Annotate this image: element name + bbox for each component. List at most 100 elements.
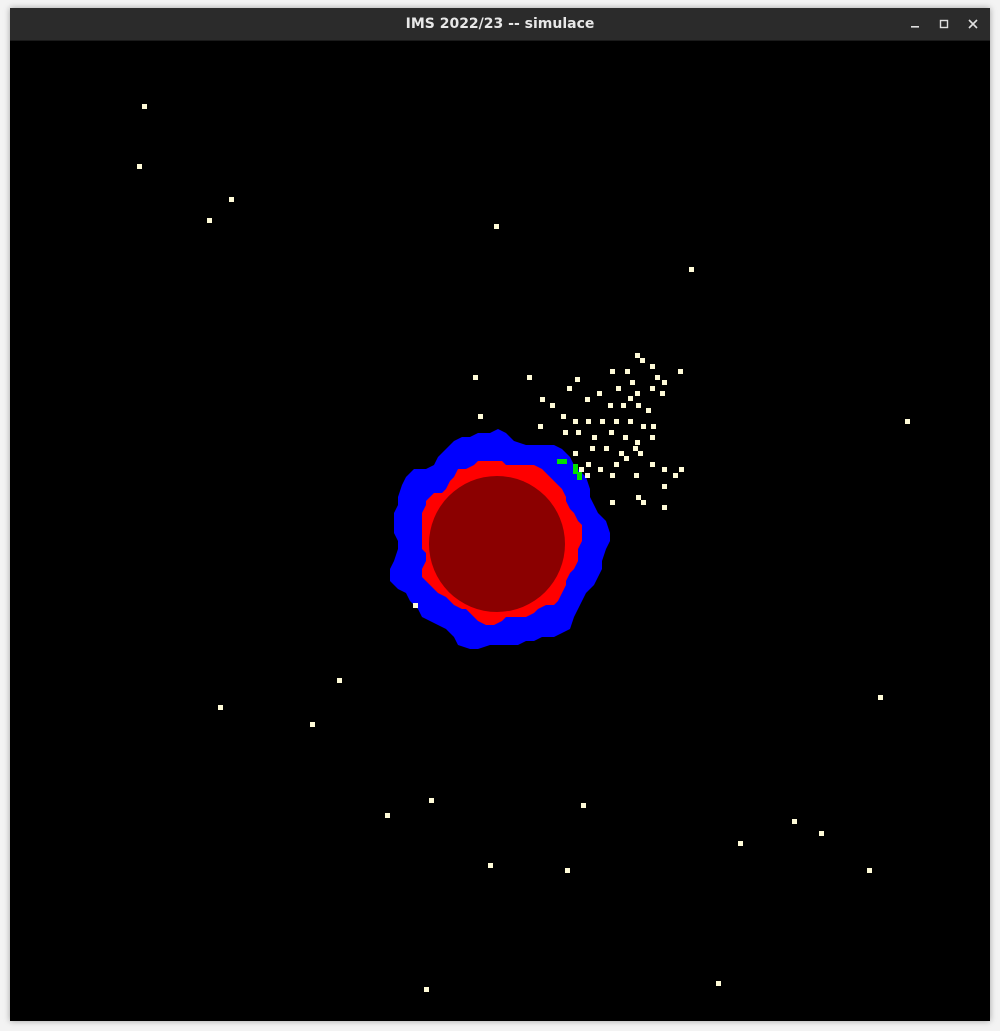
maximize-icon: [939, 19, 949, 29]
particle: [650, 462, 655, 467]
particle: [473, 375, 478, 380]
particle: [662, 484, 667, 489]
particle: [573, 419, 578, 424]
particle: [635, 440, 640, 445]
particle: [579, 467, 584, 472]
minimize-button[interactable]: [905, 14, 925, 34]
particle: [585, 473, 590, 478]
window-title: IMS 2022/23 -- simulace: [405, 16, 595, 32]
particle: [550, 403, 555, 408]
particle: [650, 386, 655, 391]
app-window: IMS 2022/23 -- simulace: [10, 8, 990, 1021]
particle: [413, 603, 418, 608]
particle: [625, 369, 630, 374]
particle: [662, 380, 667, 385]
particle: [630, 380, 635, 385]
particle: [905, 419, 910, 424]
particle: [662, 505, 667, 510]
maximize-button[interactable]: [934, 14, 954, 34]
particle: [610, 369, 615, 374]
particle: [538, 424, 543, 429]
title-bar[interactable]: IMS 2022/23 -- simulace: [10, 8, 990, 41]
particle: [207, 218, 212, 223]
particle: [633, 446, 638, 451]
particle: [610, 500, 615, 505]
particle: [600, 419, 605, 424]
particle: [623, 435, 628, 440]
particle: [867, 868, 872, 873]
particle: [636, 403, 641, 408]
particle: [878, 695, 883, 700]
particle: [640, 358, 645, 363]
particle: [628, 396, 633, 401]
particle: [662, 467, 667, 472]
particle: [646, 408, 651, 413]
particle: [628, 419, 633, 424]
particle: [716, 981, 721, 986]
particle: [565, 868, 570, 873]
particle: [218, 705, 223, 710]
particle: [488, 863, 493, 868]
particle: [614, 419, 619, 424]
simulation-canvas[interactable]: [10, 41, 990, 1021]
particle: [540, 397, 545, 402]
simulation-view: [10, 41, 990, 1021]
particle: [586, 462, 591, 467]
particle: [527, 375, 532, 380]
particle: [636, 495, 641, 500]
green-marker: [557, 459, 567, 464]
particle: [792, 819, 797, 824]
particle: [609, 430, 614, 435]
particle: [619, 451, 624, 456]
particle: [575, 377, 580, 382]
particle: [576, 430, 581, 435]
particle: [673, 473, 678, 478]
particle: [634, 473, 639, 478]
particle: [621, 403, 626, 408]
core-dark-red: [429, 476, 565, 612]
particle: [592, 435, 597, 440]
particle: [638, 451, 643, 456]
particle: [563, 430, 568, 435]
particle: [581, 803, 586, 808]
particle: [614, 462, 619, 467]
particle: [597, 391, 602, 396]
particle: [604, 446, 609, 451]
minimize-icon: [911, 26, 919, 28]
particle: [650, 435, 655, 440]
particle: [635, 391, 640, 396]
particle: [573, 451, 578, 456]
particle: [598, 467, 603, 472]
close-icon: [968, 19, 978, 29]
particle: [651, 424, 656, 429]
particle: [689, 267, 694, 272]
particle: [635, 353, 640, 358]
particle: [655, 375, 660, 380]
particle: [429, 798, 434, 803]
particle: [738, 841, 743, 846]
particle: [616, 386, 621, 391]
particle: [586, 419, 591, 424]
particle: [567, 386, 572, 391]
particle: [424, 987, 429, 992]
particle: [590, 446, 595, 451]
particle: [660, 391, 665, 396]
particle: [610, 473, 615, 478]
close-button[interactable]: [963, 14, 983, 34]
particle: [641, 500, 646, 505]
particle: [337, 678, 342, 683]
particle: [678, 369, 683, 374]
particle: [310, 722, 315, 727]
particle: [650, 364, 655, 369]
particle: [142, 104, 147, 109]
particle: [229, 197, 234, 202]
particle: [478, 414, 483, 419]
particle: [494, 224, 499, 229]
particle: [561, 414, 566, 419]
particle: [137, 164, 142, 169]
particle: [641, 424, 646, 429]
particle: [679, 467, 684, 472]
green-marker: [577, 472, 582, 480]
particle: [624, 456, 629, 461]
particle: [819, 831, 824, 836]
